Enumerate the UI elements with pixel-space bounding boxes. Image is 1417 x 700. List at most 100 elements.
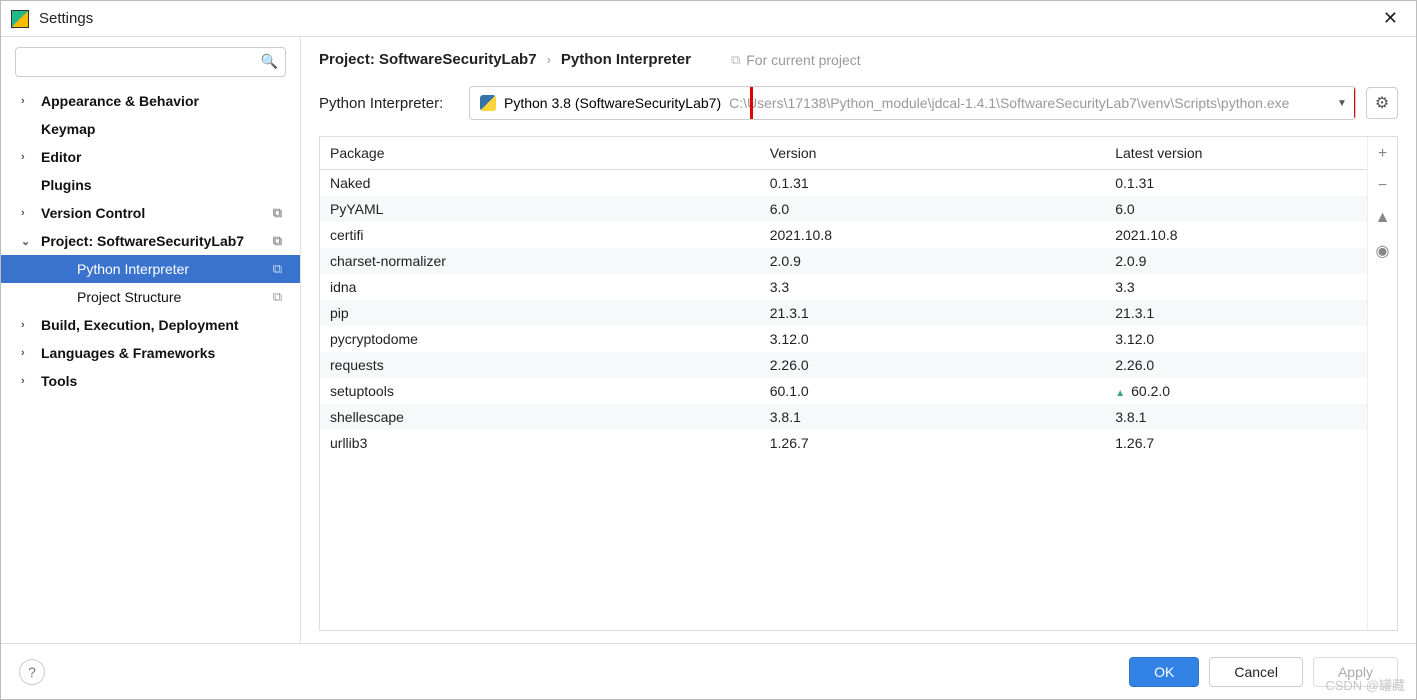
table-row[interactable]: shellescape3.8.13.8.1 (320, 404, 1367, 430)
package-name: certifi (320, 222, 760, 248)
sidebar-item-label: Project Structure (77, 289, 181, 305)
search-input[interactable] (15, 47, 286, 77)
interpreter-select[interactable]: Python 3.8 (SoftwareSecurityLab7) C:\Use… (469, 86, 1356, 120)
chevron-right-icon: › (547, 52, 551, 67)
package-latest: 2.0.9 (1105, 248, 1367, 274)
package-version: 6.0 (760, 196, 1106, 222)
table-row[interactable]: urllib31.26.71.26.7 (320, 430, 1367, 456)
window-title: Settings (39, 10, 93, 27)
package-version: 2021.10.8 (760, 222, 1106, 248)
interpreter-label: Python Interpreter: (319, 95, 459, 112)
sidebar-item[interactable]: › Tools (1, 367, 300, 395)
chevron-right-icon: › (21, 151, 37, 163)
sidebar-item-label: Keymap (41, 121, 95, 137)
package-name: setuptools (320, 378, 760, 404)
sidebar-item[interactable]: ›Python Interpreter⧉ (1, 255, 300, 283)
copy-icon: ⧉ (273, 205, 290, 221)
show-early-releases-button[interactable]: ◉ (1376, 241, 1390, 261)
package-name: pycryptodome (320, 326, 760, 352)
table-row[interactable]: pycryptodome3.12.03.12.0 (320, 326, 1367, 352)
package-version: 2.0.9 (760, 248, 1106, 274)
gear-icon: ⚙ (1375, 93, 1389, 113)
package-latest: 3.12.0 (1105, 326, 1367, 352)
interpreter-settings-button[interactable]: ⚙ (1366, 87, 1398, 119)
breadcrumb-page: Python Interpreter (561, 51, 691, 68)
package-name: shellescape (320, 404, 760, 430)
package-latest: 2021.10.8 (1105, 222, 1367, 248)
remove-package-button[interactable]: − (1378, 177, 1387, 195)
app-icon (11, 10, 29, 28)
package-latest: 3.3 (1105, 274, 1367, 300)
cancel-button[interactable]: Cancel (1209, 657, 1303, 687)
package-latest: 3.8.1 (1105, 404, 1367, 430)
breadcrumb-project: Project: SoftwareSecurityLab7 (319, 51, 537, 68)
col-package[interactable]: Package (320, 137, 760, 170)
interpreter-path: C:\Users\17138\Python_module\jdcal-1.4.1… (729, 95, 1329, 111)
package-latest: ▲60.2.0 (1105, 378, 1367, 404)
packages-table: Package Version Latest version Naked0.1.… (320, 137, 1367, 456)
chevron-right-icon: › (21, 207, 37, 219)
title-bar: Settings ✕ (1, 1, 1416, 37)
copy-icon: ⧉ (273, 289, 290, 305)
package-name: pip (320, 300, 760, 326)
sidebar-item-label: Tools (41, 373, 77, 389)
sidebar-item-label: Version Control (41, 205, 145, 221)
python-icon (480, 95, 496, 111)
col-latest[interactable]: Latest version (1105, 137, 1367, 170)
sidebar-item[interactable]: › Appearance & Behavior (1, 87, 300, 115)
settings-sidebar: 🔍 ›Appearance & Behavior›Keymap›Editor›P… (1, 37, 301, 643)
package-version: 3.8.1 (760, 404, 1106, 430)
sidebar-item[interactable]: ›Build, Execution, Deployment (1, 311, 300, 339)
table-row[interactable]: PyYAML6.06.0 (320, 196, 1367, 222)
package-version: 0.1.31 (760, 170, 1106, 197)
copy-icon: ⧉ (731, 52, 740, 68)
chevron-right-icon: › (21, 375, 37, 387)
sidebar-item-label: Project: SoftwareSecurityLab7 (41, 233, 244, 249)
sidebar-item[interactable]: ›Languages & Frameworks (1, 339, 300, 367)
package-version: 60.1.0 (760, 378, 1106, 404)
col-version[interactable]: Version (760, 137, 1106, 170)
sidebar-item[interactable]: ›Plugins (1, 171, 300, 199)
sidebar-item-label: Plugins (41, 177, 92, 193)
chevron-down-icon: ⌄ (21, 235, 37, 248)
update-available-icon: ▲ (1115, 388, 1125, 399)
table-row[interactable]: charset-normalizer2.0.92.0.9 (320, 248, 1367, 274)
chevron-right-icon: › (21, 319, 37, 331)
chevron-right-icon: › (21, 347, 37, 359)
upgrade-package-button[interactable]: ▲ (1375, 209, 1391, 227)
sidebar-item[interactable]: ›Keymap (1, 115, 300, 143)
breadcrumb: Project: SoftwareSecurityLab7 › Python I… (319, 51, 1398, 68)
sidebar-item-label: Appearance & Behavior (41, 93, 199, 109)
sidebar-item[interactable]: ›Editor (1, 143, 300, 171)
package-latest: 6.0 (1105, 196, 1367, 222)
copy-icon: ⧉ (273, 233, 290, 249)
table-row[interactable]: requests2.26.02.26.0 (320, 352, 1367, 378)
sidebar-item[interactable]: ⌄ Project: SoftwareSecurityLab7 ⧉ (1, 227, 300, 255)
package-latest: 0.1.31 (1105, 170, 1367, 197)
help-button[interactable]: ? (19, 659, 45, 685)
package-name: PyYAML (320, 196, 760, 222)
package-latest: 21.3.1 (1105, 300, 1367, 326)
dialog-footer: ? OK Cancel Apply (1, 643, 1416, 699)
package-name: Naked (320, 170, 760, 197)
sidebar-item[interactable]: › Version Control ⧉ (1, 199, 300, 227)
package-name: charset-normalizer (320, 248, 760, 274)
table-row[interactable]: idna3.33.3 (320, 274, 1367, 300)
package-version: 3.3 (760, 274, 1106, 300)
package-latest: 1.26.7 (1105, 430, 1367, 456)
package-version: 3.12.0 (760, 326, 1106, 352)
table-row[interactable]: setuptools60.1.0▲60.2.0 (320, 378, 1367, 404)
package-version: 1.26.7 (760, 430, 1106, 456)
table-row[interactable]: pip21.3.121.3.1 (320, 300, 1367, 326)
table-row[interactable]: certifi2021.10.82021.10.8 (320, 222, 1367, 248)
package-version: 21.3.1 (760, 300, 1106, 326)
chevron-right-icon: › (21, 95, 37, 107)
copy-icon: ⧉ (273, 261, 290, 277)
sidebar-item[interactable]: ›Project Structure⧉ (1, 283, 300, 311)
add-package-button[interactable]: + (1378, 145, 1387, 163)
chevron-down-icon: ▼ (1329, 98, 1355, 109)
project-scope-hint: ⧉ For current project (731, 52, 861, 68)
table-row[interactable]: Naked0.1.310.1.31 (320, 170, 1367, 197)
ok-button[interactable]: OK (1129, 657, 1199, 687)
close-icon[interactable]: ✕ (1375, 6, 1406, 31)
